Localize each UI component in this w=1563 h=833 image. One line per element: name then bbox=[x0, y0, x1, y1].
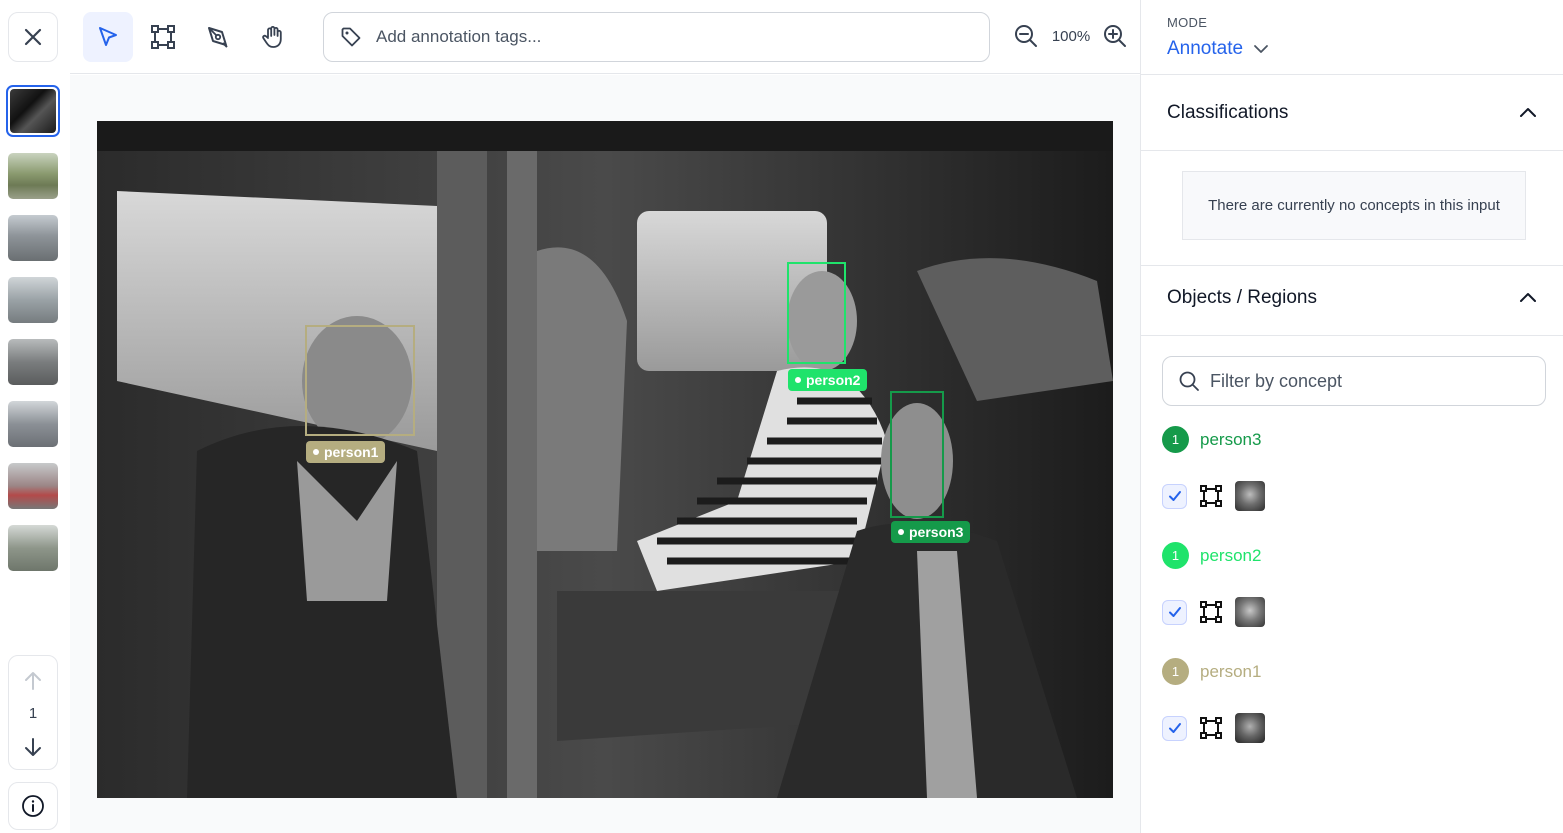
info-icon bbox=[22, 795, 44, 817]
thumbnail-7[interactable] bbox=[8, 463, 58, 509]
mode-selector[interactable]: Annotate bbox=[1167, 38, 1269, 60]
thumbnail-2[interactable] bbox=[8, 153, 58, 199]
chevron-up-icon[interactable] bbox=[1518, 288, 1538, 308]
divider bbox=[1141, 335, 1563, 336]
region-checkbox[interactable] bbox=[1162, 599, 1187, 625]
thumbnail-6[interactable] bbox=[8, 401, 58, 447]
classifications-title: Classifications bbox=[1167, 102, 1289, 123]
divider bbox=[1141, 150, 1563, 151]
region-thumbnail bbox=[1235, 597, 1265, 627]
thumbnail-8[interactable] bbox=[8, 525, 58, 571]
zoom-out-icon[interactable] bbox=[1013, 23, 1039, 49]
region-checkbox[interactable] bbox=[1162, 483, 1187, 509]
thumbnail-5[interactable] bbox=[8, 339, 58, 385]
concept-item-person3[interactable]: 1 person3 bbox=[1162, 426, 1261, 453]
annotation-canvas[interactable]: person1 person2 person3 bbox=[70, 75, 1140, 833]
label-dot bbox=[795, 377, 801, 383]
close-button[interactable] bbox=[8, 12, 58, 62]
bbox-label-text: person2 bbox=[806, 372, 861, 388]
concept-item-person1[interactable]: 1 person1 bbox=[1162, 658, 1261, 685]
bbox-person2[interactable] bbox=[787, 262, 846, 364]
bounding-box-icon bbox=[1200, 601, 1222, 623]
page-number: 1 bbox=[28, 705, 38, 722]
toolbar: 100% bbox=[70, 0, 1140, 74]
concept-count-badge: 1 bbox=[1162, 426, 1189, 453]
select-tool-button[interactable] bbox=[83, 12, 133, 62]
arrow-up-icon[interactable] bbox=[22, 670, 44, 692]
bbox-label-text: person3 bbox=[909, 524, 964, 540]
concept-name: person3 bbox=[1200, 429, 1262, 449]
concept-name: person2 bbox=[1200, 545, 1262, 565]
annotation-tags-field[interactable] bbox=[323, 12, 990, 62]
polygon-tool-button[interactable] bbox=[193, 12, 243, 62]
filter-by-concept-field[interactable] bbox=[1162, 356, 1546, 406]
checkmark-icon bbox=[1168, 723, 1181, 733]
checkmark-icon bbox=[1168, 491, 1181, 501]
close-icon bbox=[24, 28, 42, 46]
concept-item-person2[interactable]: 1 person2 bbox=[1162, 542, 1261, 569]
bbox-label-person3[interactable]: person3 bbox=[891, 521, 971, 543]
concept-name: person1 bbox=[1200, 661, 1262, 681]
region-row-person3[interactable] bbox=[1162, 481, 1265, 511]
zoom-in-icon[interactable] bbox=[1102, 23, 1128, 49]
label-dot bbox=[313, 449, 319, 455]
bounding-box-icon bbox=[151, 25, 175, 49]
pan-tool-button[interactable] bbox=[248, 12, 298, 62]
input-image[interactable]: person1 person2 person3 bbox=[97, 121, 1113, 798]
annotation-tags-input[interactable] bbox=[376, 27, 936, 47]
region-thumbnail bbox=[1235, 481, 1265, 511]
objects-regions-title: Objects / Regions bbox=[1167, 287, 1317, 308]
thumbnail-4[interactable] bbox=[8, 277, 58, 323]
region-row-person2[interactable] bbox=[1162, 597, 1265, 627]
divider bbox=[1141, 265, 1563, 266]
info-button[interactable] bbox=[8, 782, 58, 830]
hand-icon bbox=[262, 26, 282, 48]
bbox-person1[interactable] bbox=[305, 325, 415, 436]
mode-label: MODE bbox=[1167, 15, 1208, 30]
region-checkbox[interactable] bbox=[1162, 715, 1187, 741]
pager: 1 bbox=[8, 655, 58, 770]
label-dot bbox=[898, 529, 904, 535]
bounding-box-icon bbox=[1200, 485, 1222, 507]
region-thumbnail bbox=[1235, 713, 1265, 743]
search-icon bbox=[1179, 371, 1199, 391]
thumbnail-3[interactable] bbox=[8, 215, 58, 261]
thumbnail-rail: 1 bbox=[0, 0, 70, 833]
bbox-person3[interactable] bbox=[890, 391, 944, 518]
arrow-down-icon[interactable] bbox=[22, 736, 44, 758]
cursor-icon bbox=[99, 27, 117, 46]
zoom-level: 100% bbox=[1051, 28, 1091, 45]
checkmark-icon bbox=[1168, 607, 1181, 617]
region-row-person1[interactable] bbox=[1162, 713, 1265, 743]
concept-count-badge: 1 bbox=[1162, 542, 1189, 569]
pen-tool-icon bbox=[208, 27, 228, 48]
bbox-label-text: person1 bbox=[324, 444, 379, 460]
divider bbox=[1141, 74, 1563, 75]
concept-count-badge: 1 bbox=[1162, 658, 1189, 685]
thumbnail-1[interactable] bbox=[6, 85, 60, 137]
bounding-box-icon bbox=[1200, 717, 1222, 739]
chevron-down-icon bbox=[1254, 45, 1268, 53]
mode-value: Annotate bbox=[1167, 38, 1244, 59]
chevron-up-icon[interactable] bbox=[1518, 103, 1538, 123]
annotation-panel: MODE Annotate Classifications There are … bbox=[1140, 0, 1563, 833]
bounding-box-tool-button[interactable] bbox=[138, 12, 188, 62]
bbox-label-person2[interactable]: person2 bbox=[788, 369, 868, 391]
classifications-empty-state: There are currently no concepts in this … bbox=[1182, 171, 1526, 240]
bbox-label-person1[interactable]: person1 bbox=[306, 441, 386, 463]
tag-icon bbox=[341, 27, 361, 47]
image-scene bbox=[97, 121, 1113, 798]
filter-by-concept-input[interactable] bbox=[1210, 370, 1530, 392]
